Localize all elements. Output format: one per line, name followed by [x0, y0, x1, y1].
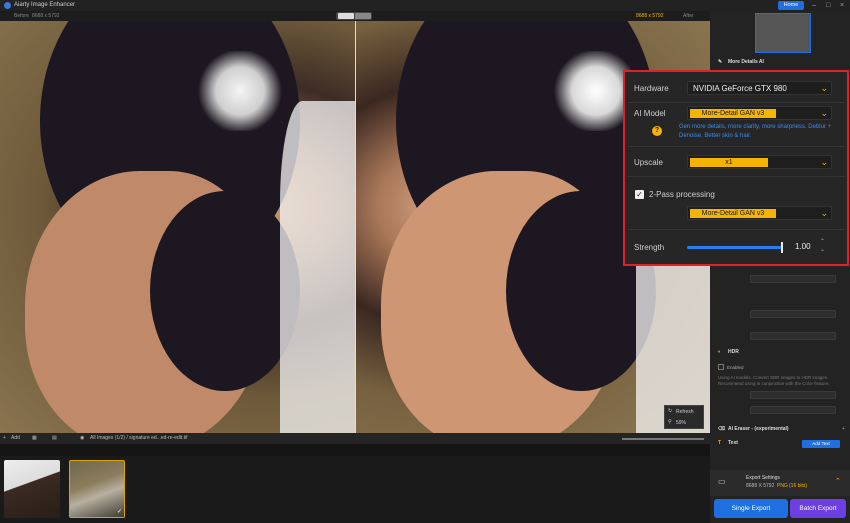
preview-thumbnail — [755, 13, 811, 53]
tiara-shape — [195, 51, 285, 131]
after-size: 8688 x 5792 — [636, 13, 664, 19]
export-format: PNG — [777, 483, 788, 489]
divider — [627, 102, 845, 103]
hdr-description: Using AI models. Convert SDR images to H… — [718, 375, 830, 386]
app-window: Aiarty Image Enhancer Home – □ × Before … — [0, 0, 850, 523]
chevron-up-icon[interactable]: ⌃ — [835, 477, 841, 485]
add-eraser-icon[interactable]: + — [842, 426, 845, 432]
veil-shape — [280, 101, 355, 433]
section-hdr: HDR — [728, 349, 739, 355]
refresh-icon[interactable]: ↻ — [668, 408, 672, 414]
two-pass-label: 2-Pass processing — [649, 190, 715, 199]
upscale-select[interactable]: x1 ⌄ — [687, 155, 832, 169]
sidebar-faded-select[interactable] — [750, 275, 836, 283]
upscale-label: Upscale — [634, 158, 663, 167]
two-pass-checkbox[interactable]: ✓ — [635, 190, 644, 199]
eraser-icon: ⌫ — [718, 426, 726, 432]
single-export-button[interactable]: Single Export — [714, 499, 788, 518]
export-bit-depth: (16 bits) — [789, 483, 808, 489]
ai-model-description: Gen more details, more clarity, more sha… — [679, 124, 832, 139]
batch-export-button[interactable]: Batch Export — [790, 499, 846, 518]
sidebar-faded-button[interactable] — [750, 332, 836, 340]
ai-model-select[interactable]: More-Detail GAN v3 ⌄ — [687, 106, 832, 120]
two-pass-model-value: More-Detail GAN v3 — [690, 209, 776, 218]
compare-view-toggle[interactable] — [336, 12, 372, 20]
chevron-down-icon: ⌄ — [820, 157, 828, 167]
hdr-select[interactable] — [750, 391, 836, 399]
chevron-down-icon: ⌄ — [820, 108, 828, 118]
bottom-bar: + Add ▦ ▤ ◉ All Images (1/2) / signature… — [0, 433, 710, 444]
ai-eraser-label: AI Eraser - (experimental) — [728, 426, 789, 432]
divider — [627, 229, 845, 230]
stepper-down-icon[interactable]: ⌄ — [820, 246, 825, 253]
list-view-icon[interactable]: ▤ — [52, 433, 57, 444]
add-text-button[interactable]: Add Text — [802, 440, 840, 448]
before-label: Before — [14, 13, 29, 19]
add-icon[interactable]: + — [3, 433, 6, 444]
minimize-icon[interactable]: – — [812, 0, 816, 11]
strength-label: Strength — [634, 243, 665, 252]
question-icon[interactable]: ? — [652, 126, 662, 136]
refresh-button[interactable]: Refresh — [676, 409, 694, 415]
ai-model-value: More-Detail GAN v3 — [690, 109, 776, 118]
chevron-down-icon: ⌄ — [820, 83, 828, 93]
after-label: After — [683, 13, 694, 19]
hdr-enabled-checkbox[interactable] — [718, 364, 724, 370]
section-more-details: More Details AI — [728, 59, 764, 65]
ai-settings-panel: Hardware NVIDIA GeForce GTX 980 ⌄ AI Mod… — [623, 70, 849, 266]
close-icon[interactable]: × — [840, 0, 844, 11]
hdr-strength-slider[interactable] — [750, 406, 836, 414]
monitor-icon: ▭ — [718, 477, 726, 486]
image-thumbnail-selected[interactable]: ✓ — [69, 460, 125, 518]
image-thumbnail[interactable] — [4, 460, 60, 518]
stepper-up-icon[interactable]: ⌃ — [820, 238, 825, 245]
single-view-icon[interactable] — [355, 13, 371, 19]
breadcrumb: All Images (1/2) / signature ed...ed-re-… — [90, 435, 188, 441]
strength-value[interactable]: 1.00 — [795, 242, 811, 251]
chevron-down-icon: ⌄ — [820, 208, 828, 218]
zoom-icon[interactable]: ⚲ — [668, 419, 672, 425]
app-title: Aiarty Image Enhancer — [14, 2, 76, 8]
check-icon: ✓ — [116, 509, 122, 515]
zoom-value[interactable]: 59% — [676, 420, 686, 426]
app-logo-icon — [4, 2, 11, 9]
split-view-icon[interactable] — [338, 13, 354, 19]
hdr-enabled-label: Enabled — [727, 365, 744, 370]
divider — [627, 146, 845, 147]
strength-slider[interactable] — [687, 242, 783, 253]
two-pass-model-select[interactable]: More-Detail GAN v3 ⌄ — [687, 206, 832, 220]
export-size: 8688 X 5792 — [746, 483, 775, 489]
strength-slider-thumb[interactable] — [781, 242, 783, 253]
filmstrip: ✓ — [0, 456, 710, 523]
text-icon: T — [718, 440, 722, 446]
zoom-box: ↻ Refresh ⚲ 59% — [664, 405, 704, 429]
grid-view-icon[interactable]: ▦ — [32, 433, 37, 444]
upscale-value: x1 — [690, 158, 768, 167]
strength-slider-fill — [687, 246, 783, 249]
thumb-size-slider[interactable] — [622, 438, 704, 440]
ai-model-label: AI Model — [634, 109, 666, 118]
text-label: Text — [728, 440, 738, 446]
thumbnail-strip-top — [0, 444, 710, 456]
divider — [627, 176, 845, 177]
hdr-icon: ◐ — [718, 349, 722, 355]
sidebar-faded-slider[interactable] — [750, 310, 836, 318]
hardware-label: Hardware — [634, 84, 669, 93]
home-button[interactable]: Home — [778, 1, 804, 10]
hair-curl-shape — [150, 191, 300, 391]
add-button[interactable]: Add — [11, 433, 20, 444]
eye-icon[interactable]: ◉ — [80, 433, 84, 444]
before-image[interactable] — [0, 21, 355, 433]
export-settings-label: Export Settings — [746, 475, 780, 481]
hardware-value: NVIDIA GeForce GTX 980 — [693, 84, 787, 93]
hardware-select[interactable]: NVIDIA GeForce GTX 980 ⌄ — [687, 81, 832, 95]
maximize-icon[interactable]: □ — [826, 0, 830, 11]
more-details-icon: ✎ — [718, 59, 723, 65]
before-size: 8688 x 5792 — [32, 13, 60, 19]
export-settings[interactable]: ▭ Export Settings 8688 X 5792 PNG (16 bi… — [710, 470, 850, 496]
title-bar: Aiarty Image Enhancer Home – □ × — [0, 0, 850, 11]
